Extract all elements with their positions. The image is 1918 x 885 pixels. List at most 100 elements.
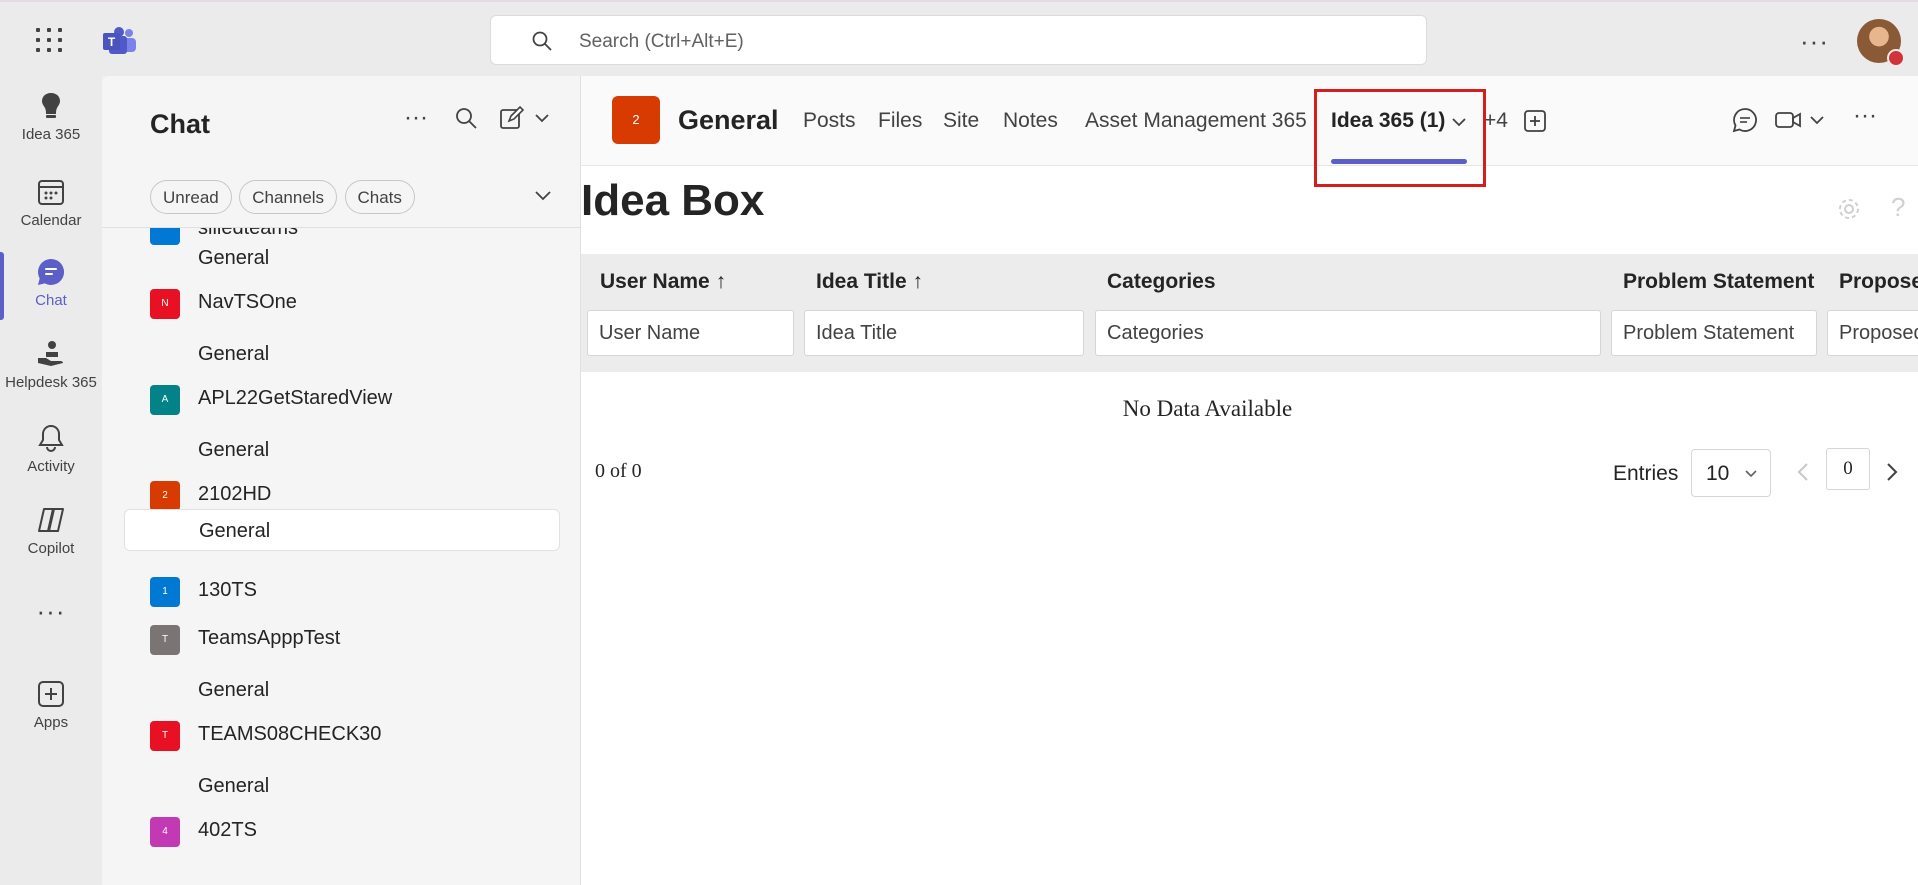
- search-placeholder: Search (Ctrl+Alt+E): [579, 31, 744, 52]
- video-call-icon[interactable]: [1774, 106, 1802, 134]
- team-avatar: T: [150, 625, 180, 655]
- column-header-user-name[interactable]: User Name ↑: [600, 270, 726, 294]
- conversation-icon[interactable]: [1731, 106, 1759, 134]
- previous-page-icon[interactable]: [1796, 461, 1810, 483]
- filter-proposed[interactable]: Proposed: [1827, 310, 1918, 356]
- sort-ascending-icon: ↑: [715, 270, 727, 293]
- rail-label: Activity: [27, 458, 75, 475]
- team-name: NavTSOne: [198, 291, 297, 313]
- column-header-proposed[interactable]: Proposed: [1839, 270, 1918, 294]
- tab-site[interactable]: Site: [943, 109, 979, 133]
- channel-item[interactable]: General: [124, 237, 560, 279]
- rail-label: Calendar: [20, 212, 82, 229]
- tab-posts[interactable]: Posts: [803, 109, 856, 133]
- channel-item[interactable]: General: [124, 669, 560, 711]
- tab-files[interactable]: Files: [878, 109, 922, 133]
- column-label: User Name: [600, 270, 710, 293]
- rail-item-calendar[interactable]: Calendar: [0, 176, 102, 229]
- rail-item-more[interactable]: ···: [0, 596, 102, 627]
- app-launcher-icon[interactable]: [36, 28, 66, 54]
- filters-chevron-icon[interactable]: [534, 188, 552, 202]
- column-header-idea-title[interactable]: Idea Title ↑: [816, 270, 923, 294]
- copilot-icon: [38, 508, 64, 532]
- filter-categories[interactable]: Categories: [1095, 310, 1601, 356]
- team-avatar: N: [150, 289, 180, 319]
- team-item-teamsappptest[interactable]: T TeamsApppTest: [150, 618, 570, 658]
- search-box[interactable]: Search (Ctrl+Alt+E): [490, 15, 1427, 65]
- rail-item-idea-365[interactable]: Idea 365: [0, 90, 102, 143]
- chat-pane-title: Chat: [150, 109, 210, 139]
- team-item-402ts[interactable]: 4 402TS: [150, 810, 570, 850]
- team-channel-list: sliiedteams General N NavTSOne General A…: [102, 228, 580, 885]
- chevron-down-icon: [1745, 470, 1757, 478]
- channel-item[interactable]: General: [124, 765, 560, 807]
- empty-state-text: No Data Available: [1122, 396, 1293, 421]
- record-count: 0 of 0: [595, 460, 642, 482]
- team-avatar: 4: [150, 817, 180, 847]
- search-icon: [532, 31, 552, 51]
- channel-item[interactable]: General: [124, 333, 560, 375]
- new-chat-chevron-icon[interactable]: [534, 112, 550, 124]
- idea-365-app-icon: [42, 93, 60, 118]
- channel-item[interactable]: General: [124, 429, 560, 471]
- team-avatar: 1: [150, 577, 180, 607]
- column-header-problem-statement[interactable]: Problem Statement: [1623, 270, 1814, 294]
- rail-item-helpdesk-365[interactable]: Helpdesk 365: [0, 338, 102, 391]
- team-name: APL22GetStaredView: [198, 387, 393, 409]
- team-badge: 2: [612, 96, 660, 144]
- channel-item-selected[interactable]: General: [124, 509, 560, 551]
- filter-channels[interactable]: Channels: [239, 180, 338, 214]
- team-item-navtsone[interactable]: N NavTSOne: [150, 282, 570, 322]
- team-avatar: 2: [150, 481, 180, 511]
- bell-icon: [38, 424, 64, 452]
- channel-name: General: [198, 343, 270, 365]
- team-item-teams08check30[interactable]: T TEAMS08CHECK30: [150, 714, 570, 754]
- team-name: TEAMS08CHECK30: [198, 723, 382, 745]
- chat-icon: [38, 258, 65, 285]
- team-item-130ts[interactable]: 1 130TS: [150, 570, 570, 610]
- filter-user-name[interactable]: User Name: [587, 310, 794, 356]
- filter-problem-statement[interactable]: Problem Statement: [1611, 310, 1817, 356]
- team-item-apl22getstaredview[interactable]: A APL22GetStaredView: [150, 378, 570, 418]
- channel-header: 2 General Posts Files Site Notes Asset M…: [581, 76, 1918, 166]
- new-chat-icon[interactable]: [499, 106, 525, 132]
- add-apps-icon: [38, 681, 64, 707]
- tab-asset-management-365[interactable]: Asset Management 365: [1085, 109, 1307, 133]
- page-title: Idea Box: [581, 176, 765, 225]
- page-number[interactable]: 0: [1826, 448, 1870, 490]
- rail-item-activity[interactable]: Activity: [0, 422, 102, 475]
- tab-overflow[interactable]: +4: [1484, 109, 1508, 133]
- channel-name: General: [198, 439, 270, 461]
- chat-pane: Chat ··· Unread Channels Chats sliiedtea…: [102, 76, 581, 885]
- next-page-icon[interactable]: [1885, 461, 1899, 483]
- calendar-icon: [38, 180, 64, 205]
- channel-more-options-button[interactable]: ···: [1853, 102, 1877, 130]
- team-avatar: T: [150, 721, 180, 751]
- entries-value: 10: [1706, 462, 1730, 485]
- chat-more-options-button[interactable]: ···: [404, 104, 428, 132]
- add-tab-icon[interactable]: [1523, 109, 1547, 133]
- settings-more-button[interactable]: ···: [1800, 26, 1829, 57]
- filter-chats[interactable]: Chats: [344, 180, 415, 214]
- chat-filters: Unread Channels Chats: [150, 180, 418, 214]
- rail-label: Copilot: [27, 540, 75, 557]
- filter-unread[interactable]: Unread: [150, 180, 232, 214]
- meet-chevron-down-icon[interactable]: [1809, 114, 1825, 126]
- user-avatar[interactable]: [1857, 19, 1905, 67]
- team-item-2102hd[interactable]: 2 2102HD: [150, 474, 570, 514]
- chat-search-icon[interactable]: [454, 106, 478, 130]
- rail-label: Apps: [33, 714, 69, 731]
- helpdesk-icon: [38, 341, 63, 366]
- team-name: 2102HD: [198, 483, 272, 505]
- column-header-categories[interactable]: Categories: [1107, 270, 1216, 294]
- tab-notes[interactable]: Notes: [1003, 109, 1058, 133]
- rail-item-chat[interactable]: Chat: [0, 256, 102, 309]
- rail-label: Chat: [35, 292, 67, 309]
- settings-gear-icon[interactable]: [1836, 196, 1862, 222]
- entries-select[interactable]: 10: [1691, 449, 1771, 497]
- rail-item-apps[interactable]: Apps: [0, 678, 102, 731]
- rail-item-copilot[interactable]: Copilot: [0, 504, 102, 557]
- help-icon[interactable]: ?: [1891, 192, 1905, 223]
- channel-name: General: [198, 247, 270, 269]
- filter-idea-title[interactable]: Idea Title: [804, 310, 1084, 356]
